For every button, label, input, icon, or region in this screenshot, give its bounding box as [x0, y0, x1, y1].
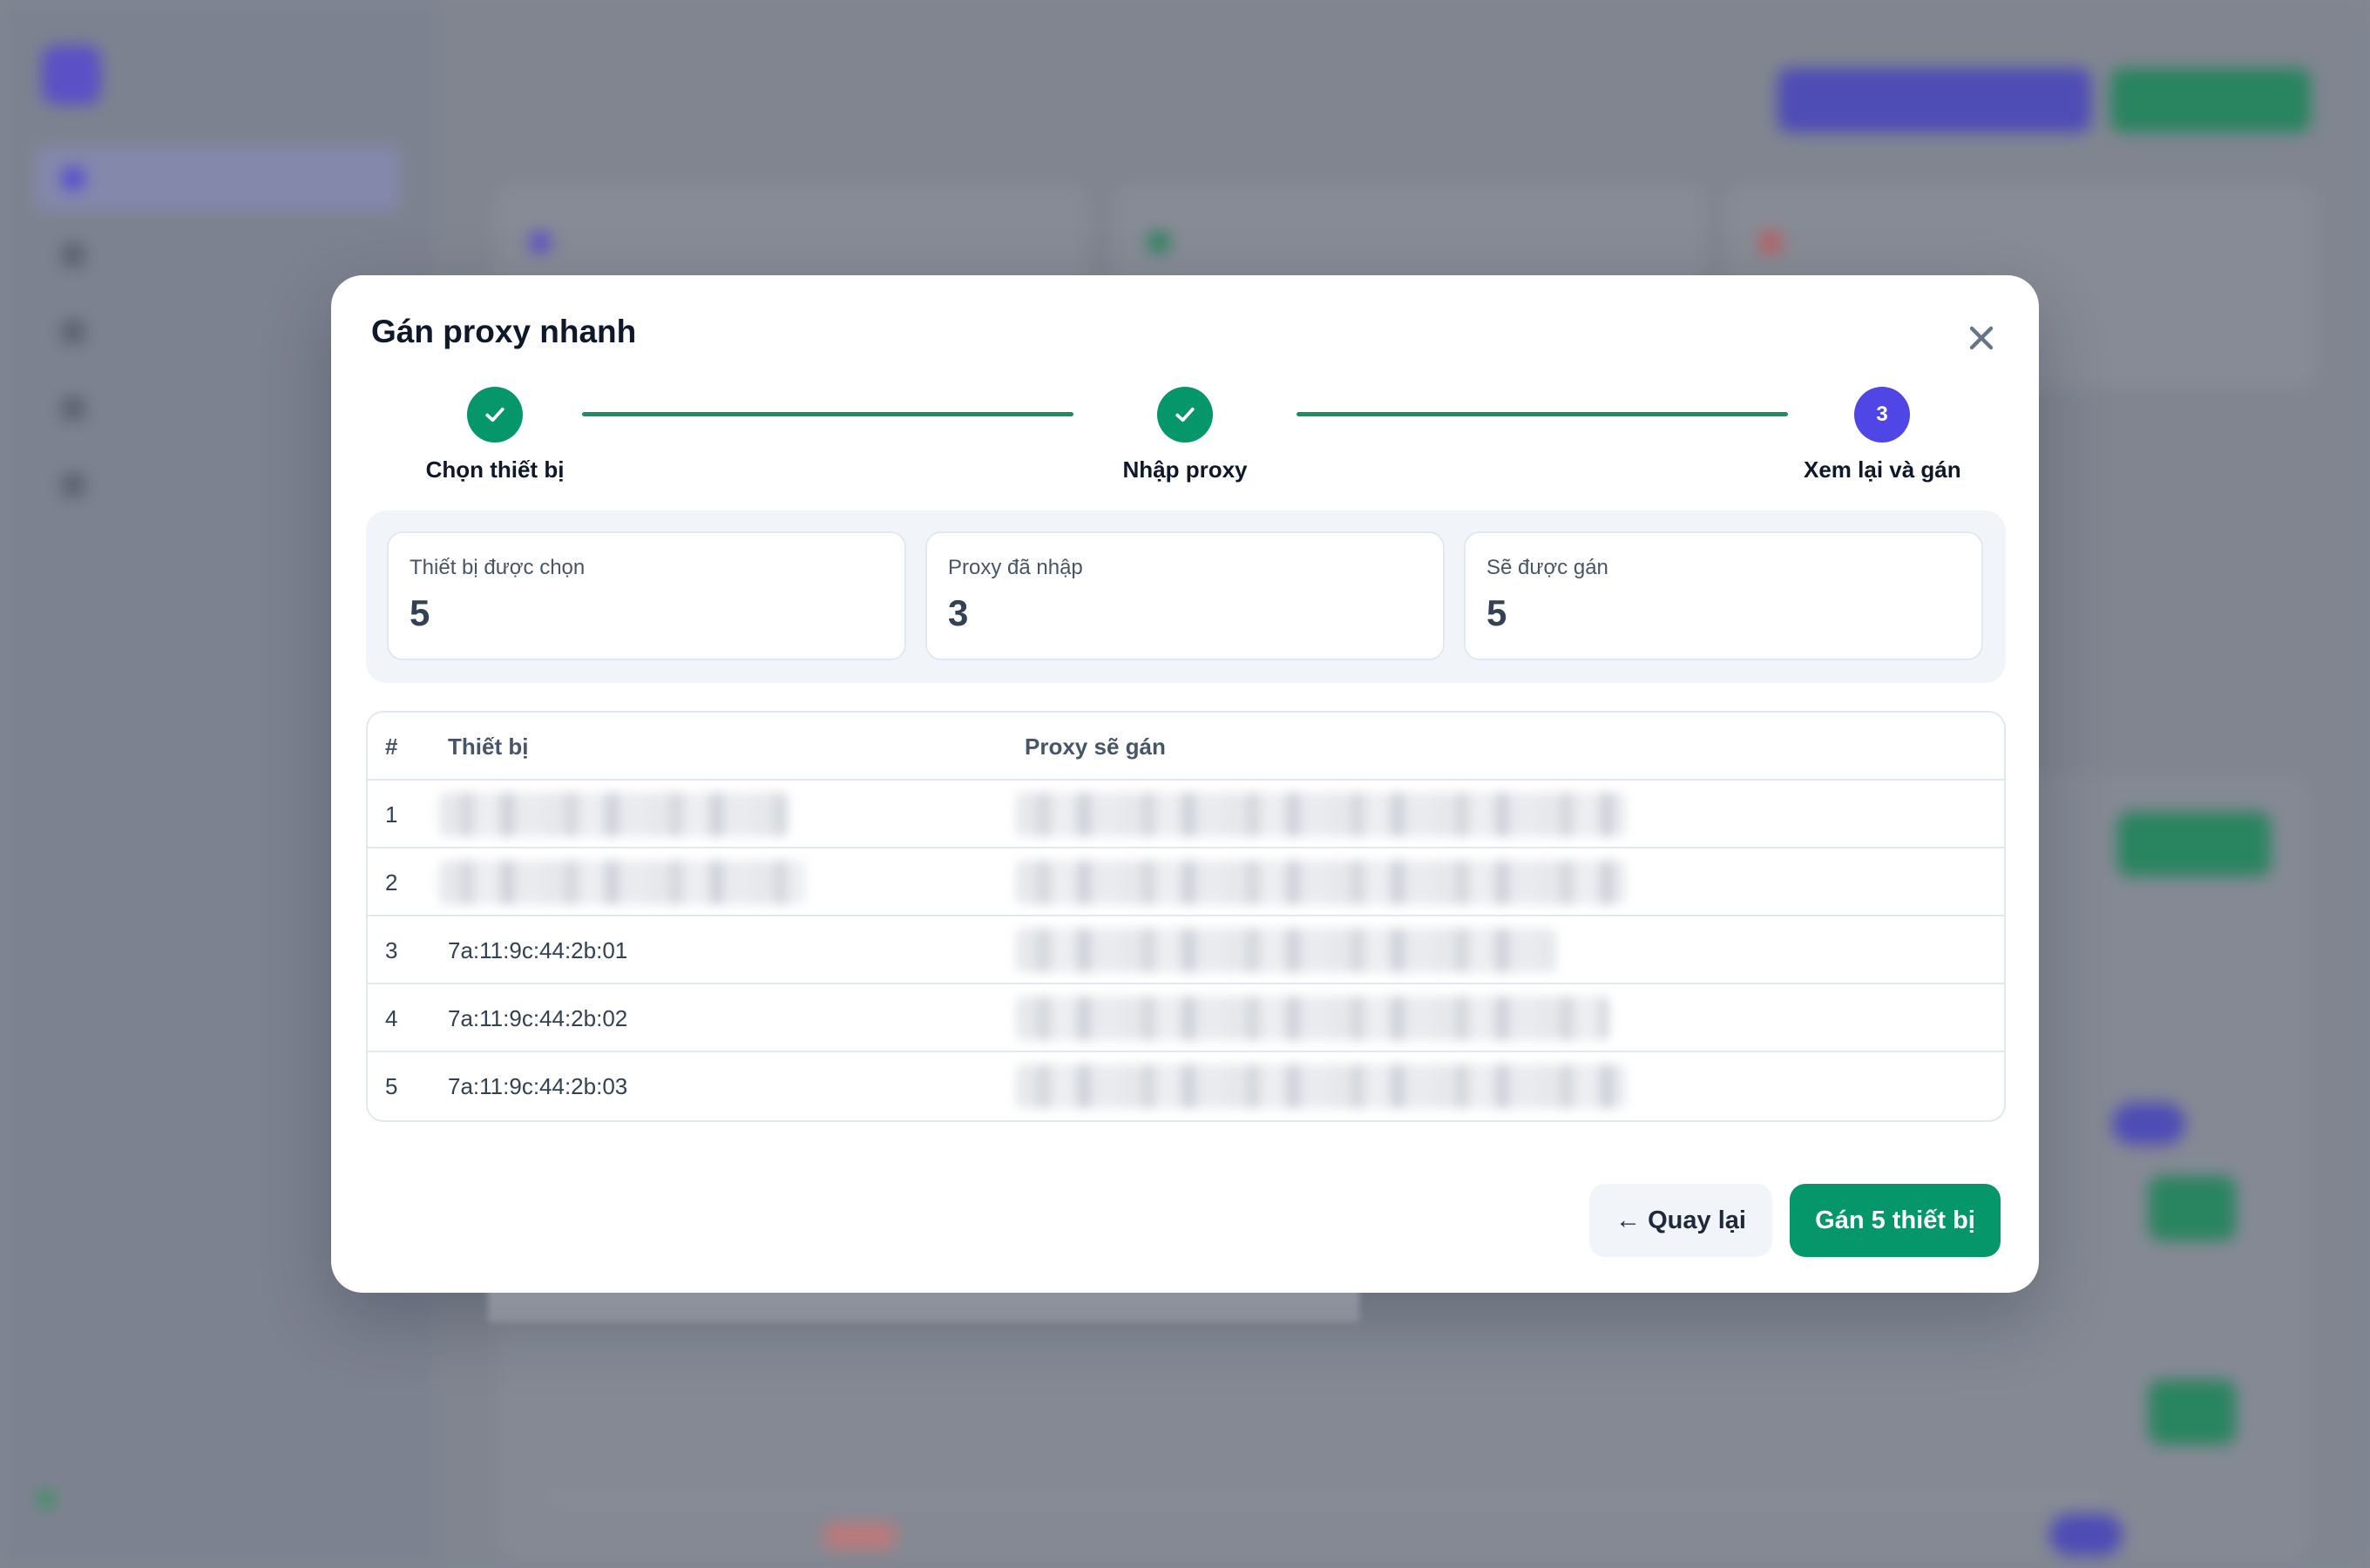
- stat-label: Proxy đã nhập: [948, 556, 1083, 579]
- row-index: 4: [385, 1005, 398, 1031]
- table-header: # Thiết bị Proxy sẽ gán: [368, 713, 2004, 781]
- close-icon[interactable]: [1962, 319, 2001, 357]
- step-review-assign: 3 Xem lại và gán: [1804, 387, 1961, 483]
- step-label: Nhập proxy: [1122, 456, 1248, 483]
- redacted-proxy: [1016, 861, 1626, 904]
- column-header-device: Thiết bị: [448, 733, 529, 760]
- redacted-proxy: [1016, 1064, 1626, 1108]
- check-icon: [467, 387, 523, 443]
- modal-title: Gán proxy nhanh: [371, 314, 637, 349]
- row-device: 7a:11:9c:44:2b:02: [448, 1005, 628, 1031]
- column-header-proxy: Proxy sẽ gán: [1025, 733, 1166, 760]
- stat-selected-devices: Thiết bị được chọn 5: [387, 531, 906, 660]
- table-row: 4 7a:11:9c:44:2b:02: [368, 984, 2004, 1052]
- step-connector: [582, 412, 1073, 416]
- row-device: 7a:11:9c:44:2b:03: [448, 1073, 628, 1099]
- row-device: 7a:11:9c:44:2b:01: [448, 937, 628, 963]
- stat-will-assign: Sẽ được gán 5: [1464, 531, 1983, 660]
- redacted-proxy: [1016, 793, 1626, 836]
- row-index: 1: [385, 801, 398, 828]
- step-label: Chọn thiết bị: [425, 456, 565, 483]
- assign-devices-button[interactable]: Gán 5 thiết bị: [1790, 1184, 2001, 1257]
- step-enter-proxy: Nhập proxy: [1098, 387, 1272, 483]
- table-row: 3 7a:11:9c:44:2b:01: [368, 916, 2004, 984]
- table-row: 1: [368, 781, 2004, 848]
- check-icon: [1157, 387, 1213, 443]
- row-index: 3: [385, 937, 398, 963]
- column-header-index: #: [385, 733, 398, 760]
- stat-value: 3: [948, 592, 969, 633]
- step-number: 3: [1854, 387, 1910, 443]
- step-select-device: Chọn thiết bị: [401, 387, 589, 483]
- stat-value: 5: [1486, 592, 1507, 633]
- row-index: 5: [385, 1073, 398, 1099]
- redacted-device: [439, 861, 805, 904]
- row-index: 2: [385, 869, 398, 896]
- table-row: 5 7a:11:9c:44:2b:03: [368, 1052, 2004, 1120]
- summary-stats: Thiết bị được chọn 5 Proxy đã nhập 3 Sẽ …: [366, 510, 2006, 683]
- stat-label: Sẽ được gán: [1486, 556, 1608, 579]
- stat-value: 5: [410, 592, 430, 633]
- table-row: 2: [368, 848, 2004, 916]
- back-button[interactable]: ← Quay lại: [1589, 1184, 1772, 1257]
- assign-proxy-modal: Gán proxy nhanh Chọn thiết bị Nhập proxy…: [331, 275, 2039, 1293]
- stat-label: Thiết bị được chọn: [410, 556, 586, 579]
- redacted-device: [439, 793, 788, 836]
- redacted-proxy: [1016, 997, 1608, 1040]
- stat-proxies-entered: Proxy đã nhập 3: [925, 531, 1445, 660]
- step-connector: [1297, 412, 1788, 416]
- assignment-table: # Thiết bị Proxy sẽ gán 1 2 3 7a:11:9c:4…: [366, 711, 2006, 1122]
- redacted-proxy: [1016, 929, 1556, 972]
- step-label: Xem lại và gán: [1804, 456, 1961, 483]
